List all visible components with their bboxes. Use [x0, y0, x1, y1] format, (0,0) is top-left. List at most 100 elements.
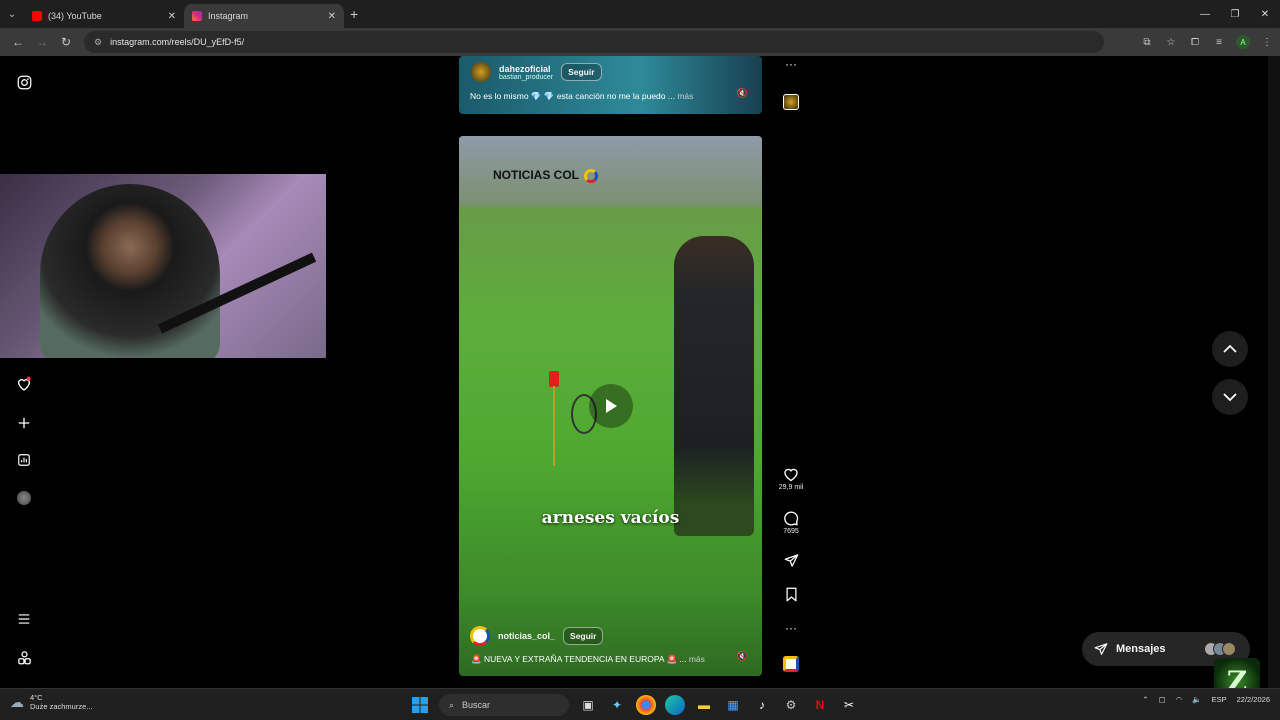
volume-icon[interactable]: 🔈 — [1192, 695, 1201, 704]
tray-app-icon[interactable]: ▢ — [1159, 695, 1166, 704]
like-count: 29,9 mil — [778, 484, 804, 491]
share-icon[interactable] — [781, 553, 801, 568]
webcam-person — [40, 184, 220, 358]
author-avatar[interactable] — [471, 62, 491, 82]
create-plus-icon[interactable] — [16, 415, 32, 431]
next-reel-button[interactable] — [1212, 379, 1248, 415]
profile-avatar[interactable]: A — [1236, 35, 1250, 49]
close-window-icon[interactable]: ✕ — [1250, 9, 1280, 20]
audio-thumbnail[interactable] — [781, 656, 801, 672]
close-tab-icon[interactable]: ✕ — [328, 11, 336, 22]
more-options-icon[interactable]: ··· — [781, 58, 801, 70]
message-avatars — [1204, 642, 1236, 656]
back-icon[interactable]: ← — [6, 35, 30, 49]
site-info-icon[interactable]: ⚙ — [94, 37, 102, 48]
previous-reel-button[interactable] — [1212, 331, 1248, 367]
mute-icon[interactable]: 🔇 — [737, 651, 748, 662]
more-menu-icon[interactable] — [16, 611, 32, 627]
tray-overflow-icon[interactable]: ⌃ — [1142, 695, 1148, 704]
file-explorer-icon[interactable]: ▬ — [694, 695, 714, 715]
avatar — [1222, 642, 1236, 656]
browser-tab-bar: ⌄ (34) YouTube ✕ Instagram ✕ + — ❐ ✕ — [0, 0, 1280, 28]
address-toolbar: ← → ↻ ⚙ instagram.com/reels/DU_yEfD-f5/ … — [0, 28, 1280, 56]
play-icon[interactable] — [589, 384, 633, 428]
taskbar-apps: ⌕ Buscar ▣ ✦ ▬ ▦ ♪ ⚙ N ✂ — [410, 694, 859, 716]
mute-icon[interactable]: 🔇 — [737, 88, 748, 99]
copilot-icon[interactable]: ✦ — [607, 695, 627, 715]
youtube-favicon-icon — [32, 11, 42, 21]
save-bookmark-icon[interactable] — [781, 587, 801, 602]
notifications-heart-icon[interactable] — [16, 376, 32, 392]
follow-button[interactable]: Seguir — [561, 63, 602, 81]
network-icon[interactable]: ◠ — [1176, 695, 1183, 704]
author-collab[interactable]: bastian_producer — [499, 74, 553, 81]
new-tab-button[interactable]: + — [350, 6, 358, 22]
caption-text: No es lo mismo 💎 💎 esta canción no me la… — [470, 91, 675, 101]
more-link[interactable]: más — [689, 654, 705, 664]
comment-button[interactable]: 7695 — [781, 510, 801, 535]
author-username[interactable]: noticias_col_ — [498, 631, 555, 641]
url-bar[interactable]: ⚙ instagram.com/reels/DU_yEfD-f5/ — [84, 31, 1104, 53]
forward-icon[interactable]: → — [30, 35, 54, 49]
url-text: instagram.com/reels/DU_yEfD-f5/ — [110, 37, 245, 47]
reload-icon[interactable]: ↻ — [54, 35, 78, 49]
cloud-icon: ☁ — [10, 693, 24, 710]
like-button[interactable]: 29,9 mil — [778, 467, 804, 491]
media-control-icon[interactable]: ≡ — [1212, 37, 1226, 48]
instagram-reels-page: dahezoficial bastian_producer Seguir No … — [0, 56, 1280, 704]
tab-youtube[interactable]: (34) YouTube ✕ — [24, 4, 184, 28]
chrome-icon[interactable] — [636, 695, 656, 715]
app-icon[interactable]: ⚙ — [781, 695, 801, 715]
task-view-icon[interactable]: ▣ — [578, 695, 598, 715]
browser-menu-icon[interactable]: ⋮ — [1260, 37, 1274, 48]
weather-temp: 4°C — [30, 693, 43, 702]
instagram-logo-icon[interactable] — [16, 74, 32, 90]
webcam-overlay — [0, 174, 326, 358]
reel-card-previous[interactable]: dahezoficial bastian_producer Seguir No … — [459, 56, 762, 114]
windows-start-icon[interactable] — [410, 695, 430, 715]
clock-date: 22/2/2026 — [1236, 695, 1270, 704]
store-icon[interactable]: ▦ — [723, 695, 743, 715]
comment-count: 7695 — [783, 528, 799, 535]
minimize-icon[interactable]: — — [1190, 9, 1220, 20]
reel-caption[interactable]: 🚨 NUEVA Y EXTRAÑA TENDENCIA EN EUROPA 🚨 … — [471, 654, 705, 665]
system-tray: ⌃ ▢ ◠ 🔈 ESP 22/2/2026 — [1142, 695, 1270, 704]
capcut-icon[interactable]: ✂ — [839, 695, 859, 715]
tab-search-icon[interactable]: ⌄ — [0, 0, 24, 28]
profile-avatar[interactable] — [16, 490, 32, 506]
watermark-text: NOTICIAS COL — [493, 168, 579, 182]
install-app-icon[interactable]: ⧉ — [1140, 37, 1154, 48]
video-subtitle: arneses vacíos — [541, 508, 680, 528]
video-person — [674, 236, 754, 536]
page-scrollbar[interactable] — [1268, 56, 1280, 688]
author-avatar[interactable] — [470, 626, 490, 646]
bookmark-star-icon[interactable]: ☆ — [1164, 37, 1178, 48]
reel-card-current[interactable]: NOTICIAS COL arneses vacíos noticias_col… — [459, 136, 762, 676]
extensions-icon[interactable]: ⧠ — [1188, 37, 1202, 48]
maximize-icon[interactable]: ❐ — [1220, 9, 1250, 20]
author-username[interactable]: dahezoficial — [499, 64, 553, 74]
netflix-icon[interactable]: N — [810, 695, 830, 715]
weather-widget[interactable]: ☁ 4°C Duże zachmurze... — [10, 693, 93, 711]
caption-text: 🚨 NUEVA Y EXTRAÑA TENDENCIA EN EUROPA 🚨 … — [471, 654, 687, 664]
windows-taskbar: ☁ 4°C Duże zachmurze... ⌕ Buscar ▣ ✦ ▬ ▦… — [0, 688, 1280, 720]
tab-title: Instagram — [208, 11, 249, 21]
tab-title: (34) YouTube — [48, 11, 102, 21]
clock[interactable]: 22/2/2026 — [1237, 695, 1270, 704]
language-indicator[interactable]: ESP — [1212, 695, 1227, 704]
dashboard-icon[interactable] — [16, 452, 32, 468]
follow-button[interactable]: Seguir — [563, 627, 604, 645]
tab-instagram[interactable]: Instagram ✕ — [184, 4, 344, 28]
search-icon: ⌕ — [449, 699, 455, 710]
reel-caption[interactable]: No es lo mismo 💎 💎 esta canción no me la… — [470, 91, 693, 102]
audio-thumbnail[interactable] — [781, 94, 801, 110]
search-placeholder: Buscar — [462, 700, 491, 710]
more-link[interactable]: más — [677, 91, 693, 101]
more-options-icon[interactable]: ··· — [781, 622, 801, 634]
tiktok-icon[interactable]: ♪ — [752, 695, 772, 715]
close-tab-icon[interactable]: ✕ — [168, 11, 176, 22]
also-from-meta-icon[interactable] — [16, 649, 32, 665]
edge-icon[interactable] — [665, 695, 685, 715]
taskbar-search[interactable]: ⌕ Buscar — [439, 694, 569, 716]
weather-desc: Duże zachmurze... — [30, 702, 93, 711]
